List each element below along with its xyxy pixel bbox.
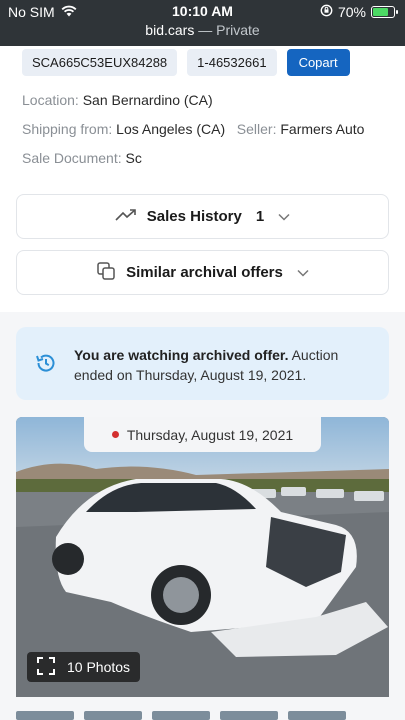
sales-history-toggle[interactable]: Sales History 1 — [16, 194, 389, 239]
address-bar[interactable]: bid.cars — Private — [0, 22, 405, 38]
photo-date: Thursday, August 19, 2021 — [126, 426, 294, 443]
history-icon — [34, 351, 58, 380]
photo-thumbnails — [16, 711, 346, 720]
status-dot-icon — [111, 431, 119, 438]
status-bar: No SIM 10:10 AM 70% — [0, 0, 405, 24]
chevron-down-icon — [278, 208, 290, 225]
copy-icon — [96, 261, 116, 285]
photos-gallery-button[interactable]: 10 Photos — [27, 652, 141, 682]
battery-icon — [371, 6, 398, 18]
notice-bold-text: You are watching archived offer. — [74, 347, 289, 363]
location-value: San Bernardino (CA) — [82, 92, 213, 108]
photo-thumbnail[interactable] — [288, 711, 346, 720]
rotation-lock-icon — [320, 4, 333, 20]
location-row: Location: San Bernardino (CA) — [22, 92, 213, 108]
sales-history-label: Sales History — [146, 208, 242, 225]
shipping-label: Shipping from: — [22, 121, 113, 137]
lot-chips: SCA665C53EUX84288 1-46532661 Copart — [22, 49, 350, 76]
location-label: Location: — [22, 92, 79, 108]
seller-label: Seller: — [236, 121, 277, 137]
photos-count-label: 10 Photos — [67, 659, 131, 675]
sale-document-value: Sc — [125, 150, 142, 166]
chevron-down-icon — [297, 264, 309, 281]
auction-badge[interactable]: Copart — [286, 49, 350, 76]
sale-document-row: Sale Document: Sc — [22, 150, 142, 166]
lot-number-chip[interactable]: 1-46532661 — [187, 49, 277, 76]
seller-value: Farmers Auto — [280, 121, 365, 137]
sales-history-count: 1 — [255, 208, 265, 225]
browser-top-bar: No SIM 10:10 AM 70% bid.cars — Private — [0, 0, 405, 46]
battery-percent: 70% — [337, 4, 366, 20]
similar-offers-label: Similar archival offers — [126, 264, 283, 281]
photo-thumbnail[interactable] — [220, 711, 278, 720]
notice-text: You are watching archived offer. Auction… — [74, 345, 364, 385]
photo-thumbnail[interactable] — [152, 711, 210, 720]
sale-document-label: Sale Document: — [22, 150, 122, 166]
shipping-row: Shipping from: Los Angeles (CA) Seller: … — [22, 121, 364, 137]
photo-date-bar: Thursday, August 19, 2021 — [84, 417, 321, 452]
vehicle-photo[interactable]: Thursday, August 19, 2021 10 Photos — [16, 417, 389, 697]
trend-up-icon — [115, 208, 137, 226]
address-domain: bid.cars — [145, 22, 195, 38]
shipping-value: Los Angeles (CA) — [116, 121, 226, 137]
vin-chip[interactable]: SCA665C53EUX84288 — [22, 49, 178, 76]
private-mode-label: — Private — [198, 22, 260, 38]
archived-offer-notice: You are watching archived offer. Auction… — [16, 327, 389, 400]
photo-thumbnail[interactable] — [84, 711, 142, 720]
expand-icon — [37, 656, 55, 678]
photo-thumbnail[interactable] — [16, 711, 74, 720]
lot-details-card: SCA665C53EUX84288 1-46532661 Copart Loca… — [0, 46, 405, 312]
similar-offers-toggle[interactable]: Similar archival offers — [16, 250, 389, 295]
